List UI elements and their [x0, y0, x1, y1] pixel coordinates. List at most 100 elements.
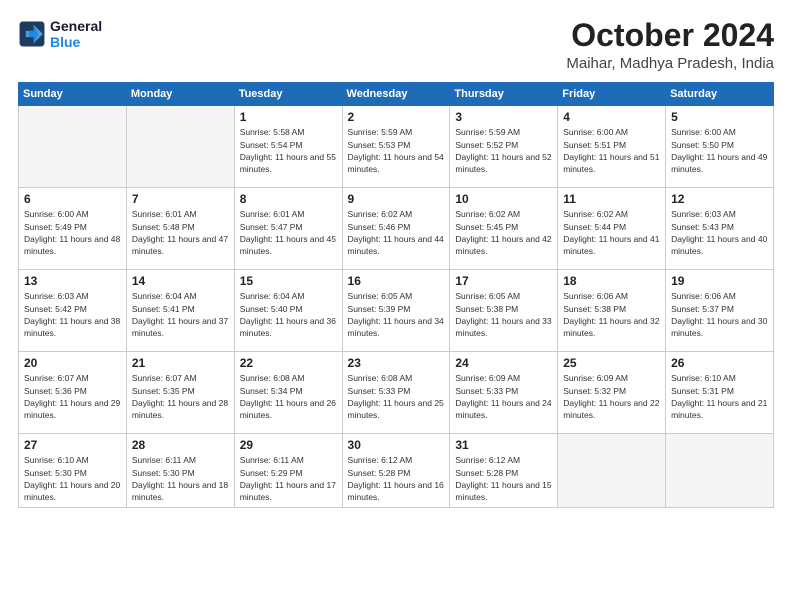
day-info: Sunrise: 6:01 AMSunset: 5:48 PMDaylight:…: [132, 208, 229, 257]
header: General Blue October 2024 Maihar, Madhya…: [18, 18, 774, 72]
day-info: Sunrise: 6:06 AMSunset: 5:38 PMDaylight:…: [563, 290, 660, 339]
calendar-cell: 28 Sunrise: 6:11 AMSunset: 5:30 PMDayligh…: [126, 434, 234, 508]
day-info: Sunrise: 6:04 AMSunset: 5:40 PMDaylight:…: [240, 290, 337, 339]
calendar-cell: 27 Sunrise: 6:10 AMSunset: 5:30 PMDayligh…: [19, 434, 127, 508]
calendar-cell: 10 Sunrise: 6:02 AMSunset: 5:45 PMDayligh…: [450, 188, 558, 270]
day-number: 2: [348, 110, 445, 124]
day-number: 23: [348, 356, 445, 370]
weekday-header: Monday: [126, 83, 234, 106]
calendar-cell: 2 Sunrise: 5:59 AMSunset: 5:53 PMDaylight…: [342, 106, 450, 188]
calendar-cell: 29 Sunrise: 6:11 AMSunset: 5:29 PMDayligh…: [234, 434, 342, 508]
day-number: 27: [24, 438, 121, 452]
day-info: Sunrise: 6:03 AMSunset: 5:43 PMDaylight:…: [671, 208, 768, 257]
day-info: Sunrise: 6:10 AMSunset: 5:30 PMDaylight:…: [24, 454, 121, 503]
calendar-cell: [666, 434, 774, 508]
logo: General Blue: [18, 18, 102, 50]
calendar-cell: 22Sunrise: 6:08 AMSunset: 5:34 PMDayligh…: [234, 352, 342, 434]
calendar-cell: 30 Sunrise: 6:12 AMSunset: 5:28 PMDayligh…: [342, 434, 450, 508]
day-number: 29: [240, 438, 337, 452]
day-number: 12: [671, 192, 768, 206]
day-info: Sunrise: 6:00 AMSunset: 5:50 PMDaylight:…: [671, 126, 768, 175]
calendar-cell: 15 Sunrise: 6:04 AMSunset: 5:40 PMDayligh…: [234, 270, 342, 352]
day-info: Sunrise: 6:11 AMSunset: 5:30 PMDaylight:…: [132, 454, 229, 503]
day-number: 25: [563, 356, 660, 370]
day-number: 18: [563, 274, 660, 288]
calendar-week-row: 6Sunrise: 6:00 AMSunset: 5:49 PMDaylight…: [19, 188, 774, 270]
weekday-header: Saturday: [666, 83, 774, 106]
calendar-cell: 17Sunrise: 6:05 AMSunset: 5:38 PMDayligh…: [450, 270, 558, 352]
calendar-week-row: 13 Sunrise: 6:03 AMSunset: 5:42 PMDayligh…: [19, 270, 774, 352]
day-number: 30: [348, 438, 445, 452]
day-number: 14: [132, 274, 229, 288]
day-info: Sunrise: 6:08 AMSunset: 5:34 PMDaylight:…: [240, 372, 337, 421]
calendar-cell: 8 Sunrise: 6:01 AMSunset: 5:47 PMDaylight…: [234, 188, 342, 270]
day-number: 8: [240, 192, 337, 206]
calendar-cell: 12 Sunrise: 6:03 AMSunset: 5:43 PMDayligh…: [666, 188, 774, 270]
day-info: Sunrise: 6:07 AMSunset: 5:35 PMDaylight:…: [132, 372, 229, 421]
day-number: 31: [455, 438, 552, 452]
day-number: 10: [455, 192, 552, 206]
day-number: 24: [455, 356, 552, 370]
calendar-cell: [126, 106, 234, 188]
calendar-cell: 25 Sunrise: 6:09 AMSunset: 5:32 PMDayligh…: [558, 352, 666, 434]
weekday-header: Thursday: [450, 83, 558, 106]
calendar-cell: 6Sunrise: 6:00 AMSunset: 5:49 PMDaylight…: [19, 188, 127, 270]
calendar-cell: 20Sunrise: 6:07 AMSunset: 5:36 PMDayligh…: [19, 352, 127, 434]
calendar-cell: [558, 434, 666, 508]
day-info: Sunrise: 6:00 AMSunset: 5:49 PMDaylight:…: [24, 208, 121, 257]
location-title: Maihar, Madhya Pradesh, India: [566, 55, 774, 72]
day-info: Sunrise: 6:02 AMSunset: 5:46 PMDaylight:…: [348, 208, 445, 257]
calendar-header-row: SundayMondayTuesdayWednesdayThursdayFrid…: [19, 83, 774, 106]
weekday-header: Friday: [558, 83, 666, 106]
day-number: 28: [132, 438, 229, 452]
day-number: 11: [563, 192, 660, 206]
calendar-cell: 24 Sunrise: 6:09 AMSunset: 5:33 PMDayligh…: [450, 352, 558, 434]
calendar-week-row: 20Sunrise: 6:07 AMSunset: 5:36 PMDayligh…: [19, 352, 774, 434]
day-info: Sunrise: 6:10 AMSunset: 5:31 PMDaylight:…: [671, 372, 768, 421]
calendar-week-row: 27 Sunrise: 6:10 AMSunset: 5:30 PMDayligh…: [19, 434, 774, 508]
day-info: Sunrise: 6:02 AMSunset: 5:44 PMDaylight:…: [563, 208, 660, 257]
day-number: 21: [132, 356, 229, 370]
calendar-cell: 11 Sunrise: 6:02 AMSunset: 5:44 PMDayligh…: [558, 188, 666, 270]
calendar-cell: 14 Sunrise: 6:04 AMSunset: 5:41 PMDayligh…: [126, 270, 234, 352]
calendar-cell: 1 Sunrise: 5:58 AMSunset: 5:54 PMDaylight…: [234, 106, 342, 188]
day-info: Sunrise: 6:09 AMSunset: 5:32 PMDaylight:…: [563, 372, 660, 421]
day-info: Sunrise: 6:04 AMSunset: 5:41 PMDaylight:…: [132, 290, 229, 339]
calendar-cell: 19 Sunrise: 6:06 AMSunset: 5:37 PMDayligh…: [666, 270, 774, 352]
day-info: Sunrise: 6:03 AMSunset: 5:42 PMDaylight:…: [24, 290, 121, 339]
day-info: Sunrise: 6:09 AMSunset: 5:33 PMDaylight:…: [455, 372, 552, 421]
calendar-cell: 18 Sunrise: 6:06 AMSunset: 5:38 PMDayligh…: [558, 270, 666, 352]
calendar-cell: 13 Sunrise: 6:03 AMSunset: 5:42 PMDayligh…: [19, 270, 127, 352]
weekday-header: Tuesday: [234, 83, 342, 106]
calendar-cell: 26 Sunrise: 6:10 AMSunset: 5:31 PMDayligh…: [666, 352, 774, 434]
day-info: Sunrise: 6:01 AMSunset: 5:47 PMDaylight:…: [240, 208, 337, 257]
day-number: 9: [348, 192, 445, 206]
day-info: Sunrise: 5:58 AMSunset: 5:54 PMDaylight:…: [240, 126, 337, 175]
calendar-cell: 4Sunrise: 6:00 AMSunset: 5:51 PMDaylight…: [558, 106, 666, 188]
calendar-week-row: 1 Sunrise: 5:58 AMSunset: 5:54 PMDaylight…: [19, 106, 774, 188]
calendar-cell: 3Sunrise: 5:59 AMSunset: 5:52 PMDaylight…: [450, 106, 558, 188]
calendar-table: SundayMondayTuesdayWednesdayThursdayFrid…: [18, 82, 774, 508]
day-info: Sunrise: 6:07 AMSunset: 5:36 PMDaylight:…: [24, 372, 121, 421]
day-number: 15: [240, 274, 337, 288]
calendar-cell: 21 Sunrise: 6:07 AMSunset: 5:35 PMDayligh…: [126, 352, 234, 434]
day-number: 19: [671, 274, 768, 288]
weekday-header: Wednesday: [342, 83, 450, 106]
day-number: 1: [240, 110, 337, 124]
calendar-cell: 5 Sunrise: 6:00 AMSunset: 5:50 PMDaylight…: [666, 106, 774, 188]
title-block: October 2024 Maihar, Madhya Pradesh, Ind…: [566, 18, 774, 72]
day-number: 13: [24, 274, 121, 288]
calendar-cell: [19, 106, 127, 188]
day-info: Sunrise: 5:59 AMSunset: 5:53 PMDaylight:…: [348, 126, 445, 175]
day-info: Sunrise: 6:12 AMSunset: 5:28 PMDaylight:…: [455, 454, 552, 503]
day-number: 26: [671, 356, 768, 370]
day-number: 5: [671, 110, 768, 124]
day-info: Sunrise: 6:02 AMSunset: 5:45 PMDaylight:…: [455, 208, 552, 257]
day-info: Sunrise: 6:00 AMSunset: 5:51 PMDaylight:…: [563, 126, 660, 175]
day-info: Sunrise: 6:11 AMSunset: 5:29 PMDaylight:…: [240, 454, 337, 503]
day-info: Sunrise: 6:12 AMSunset: 5:28 PMDaylight:…: [348, 454, 445, 503]
day-info: Sunrise: 6:06 AMSunset: 5:37 PMDaylight:…: [671, 290, 768, 339]
page: General Blue October 2024 Maihar, Madhya…: [0, 0, 792, 612]
day-info: Sunrise: 6:08 AMSunset: 5:33 PMDaylight:…: [348, 372, 445, 421]
day-number: 3: [455, 110, 552, 124]
